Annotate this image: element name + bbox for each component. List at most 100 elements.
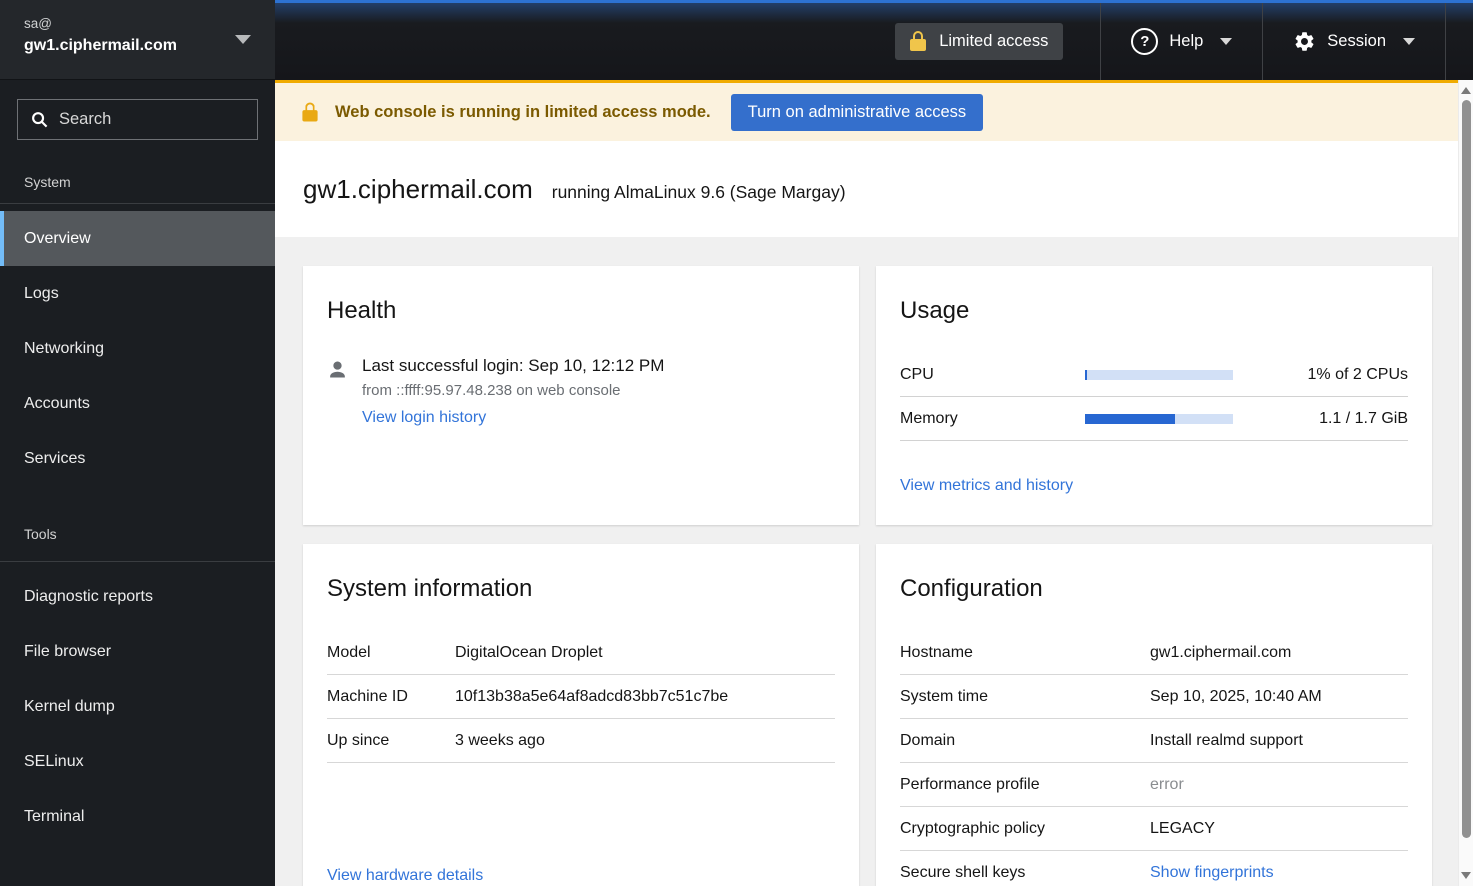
session-section: Session (1262, 3, 1445, 80)
up-since-value: 3 weeks ago (455, 731, 545, 749)
system-time-label: System time (900, 687, 989, 705)
sidebar: sa@ gw1.ciphermail.com System Overview L… (0, 0, 275, 886)
nav-section-system: System (24, 174, 71, 190)
gear-icon (1295, 32, 1314, 51)
memory-progress-bar (1085, 413, 1233, 424)
domain-value: Install realmd support (1150, 731, 1303, 749)
table-row: Domain Install realmd support (900, 719, 1408, 763)
help-label: Help (1169, 32, 1204, 50)
vertical-scrollbar[interactable] (1458, 80, 1473, 886)
sidebar-nav: System Overview Logs Networking Accounts… (0, 174, 275, 844)
domain-label: Domain (900, 731, 956, 749)
table-row: Performance profile error (900, 763, 1408, 807)
system-information-card: System information Model DigitalOcean Dr… (303, 544, 859, 886)
lock-icon (910, 31, 927, 52)
usage-table: CPU 1% of 2 CPUs Memory 1.1 / 1.7 GiB (900, 353, 1408, 441)
help-menu-button[interactable]: ? Help (1131, 3, 1233, 80)
sidebar-item-terminal[interactable]: Terminal (0, 789, 275, 844)
health-card: Health Last successful login: Sep 10, 12… (303, 266, 859, 525)
usage-card-title: Usage (900, 297, 970, 324)
search-input[interactable] (59, 110, 244, 129)
divider (0, 561, 275, 562)
table-row: Cryptographic policy LEGACY (900, 807, 1408, 851)
page-header: gw1.ciphermail.com running AlmaLinux 9.6… (275, 141, 1458, 237)
table-row: Machine ID 10f13b38a5e64af8adcd83bb7c51c… (327, 675, 835, 719)
session-menu-button[interactable]: Session (1293, 3, 1415, 80)
crypto-policy-value: LEGACY (1150, 819, 1215, 837)
cpu-label: CPU (900, 365, 934, 383)
chevron-down-icon (1403, 38, 1415, 45)
limited-access-banner: Web console is running in limited access… (275, 80, 1458, 141)
divider (0, 203, 275, 204)
memory-usage-value: 1.1 / 1.7 GiB (1319, 409, 1408, 427)
masthead-end (1445, 3, 1473, 80)
search-icon (32, 112, 48, 128)
sidebar-item-services[interactable]: Services (0, 431, 275, 486)
scrollbar-thumb[interactable] (1462, 100, 1471, 838)
configuration-card: Configuration Hostname gw1.ciphermail.co… (876, 544, 1432, 886)
table-row: Model DigitalOcean Droplet (327, 631, 835, 675)
configuration-table: Hostname gw1.ciphermail.com System time … (900, 631, 1408, 886)
performance-profile-label: Performance profile (900, 775, 1040, 793)
logged-in-user: sa@ (24, 16, 52, 31)
model-label: Model (327, 643, 371, 661)
scroll-down-arrow[interactable] (1461, 872, 1471, 879)
current-host: gw1.ciphermail.com (24, 37, 177, 54)
page-title: gw1.ciphermail.com (303, 174, 533, 204)
host-switcher[interactable]: sa@ gw1.ciphermail.com (0, 0, 275, 80)
performance-profile-value: error (1150, 775, 1184, 793)
cpu-usage-row: CPU 1% of 2 CPUs (900, 353, 1408, 397)
limited-access-section: Limited access (865, 3, 1100, 80)
up-since-label: Up since (327, 731, 390, 749)
session-label: Session (1327, 32, 1386, 50)
memory-label: Memory (900, 409, 958, 427)
machine-id-label: Machine ID (327, 687, 408, 705)
hostname-value: gw1.ciphermail.com (1150, 643, 1292, 661)
view-hardware-details-link[interactable]: View hardware details (327, 867, 483, 885)
system-information-title: System information (327, 575, 533, 602)
show-fingerprints-link[interactable]: Show fingerprints (1150, 864, 1408, 882)
view-login-history-link[interactable]: View login history (362, 409, 486, 427)
nav-section-tools: Tools (24, 526, 57, 542)
os-release: running AlmaLinux 9.6 (Sage Margay) (551, 182, 846, 202)
banner-message: Web console is running in limited access… (335, 102, 711, 121)
user-icon (330, 361, 345, 378)
last-login-origin: from ::ffff:95.97.48.238 on web console (362, 382, 621, 399)
machine-id-value: 10f13b38a5e64af8adcd83bb7c51c7be (455, 687, 729, 705)
masthead: Limited access ? Help Session (275, 0, 1473, 80)
sidebar-item-selinux[interactable]: SELinux (0, 734, 275, 789)
system-time-value: Sep 10, 2025, 10:40 AM (1150, 687, 1322, 705)
turn-on-admin-access-button[interactable]: Turn on administrative access (730, 93, 984, 131)
view-metrics-link[interactable]: View metrics and history (900, 477, 1073, 495)
lock-icon (302, 102, 318, 122)
sidebar-item-networking[interactable]: Networking (0, 321, 275, 376)
masthead-spacer (275, 3, 865, 80)
configuration-title: Configuration (900, 575, 1043, 602)
hostname-label: Hostname (900, 643, 973, 661)
limited-access-label: Limited access (939, 32, 1049, 50)
health-card-title: Health (327, 297, 397, 324)
sidebar-item-logs[interactable]: Logs (0, 266, 275, 321)
chevron-down-icon (1220, 38, 1233, 45)
sidebar-search[interactable] (17, 99, 258, 140)
model-value: DigitalOcean Droplet (455, 643, 603, 661)
table-row: Secure shell keys Show fingerprints (900, 851, 1408, 886)
last-login-line: Last successful login: Sep 10, 12:12 PM (362, 356, 665, 375)
scroll-up-arrow[interactable] (1461, 87, 1471, 94)
sidebar-item-kernel-dump[interactable]: Kernel dump (0, 679, 275, 734)
chevron-down-icon (235, 35, 251, 44)
help-section: ? Help (1100, 3, 1262, 80)
ssh-keys-label: Secure shell keys (900, 863, 1026, 881)
sidebar-item-accounts[interactable]: Accounts (0, 376, 275, 431)
cpu-progress-bar (1085, 369, 1233, 380)
help-icon: ? (1131, 28, 1159, 55)
sidebar-item-file-browser[interactable]: File browser (0, 624, 275, 679)
sidebar-item-overview[interactable]: Overview (0, 211, 275, 266)
limited-access-button[interactable]: Limited access (895, 23, 1064, 60)
system-information-table: Model DigitalOcean Droplet Machine ID 10… (327, 631, 835, 763)
sidebar-item-diagnostic-reports[interactable]: Diagnostic reports (0, 569, 275, 624)
table-row: Hostname gw1.ciphermail.com (900, 631, 1408, 675)
memory-usage-row: Memory 1.1 / 1.7 GiB (900, 397, 1408, 441)
usage-card: Usage CPU 1% of 2 CPUs Memory 1.1 / 1.7 … (876, 266, 1432, 525)
last-login-block: Last successful login: Sep 10, 12:12 PM … (362, 356, 664, 427)
